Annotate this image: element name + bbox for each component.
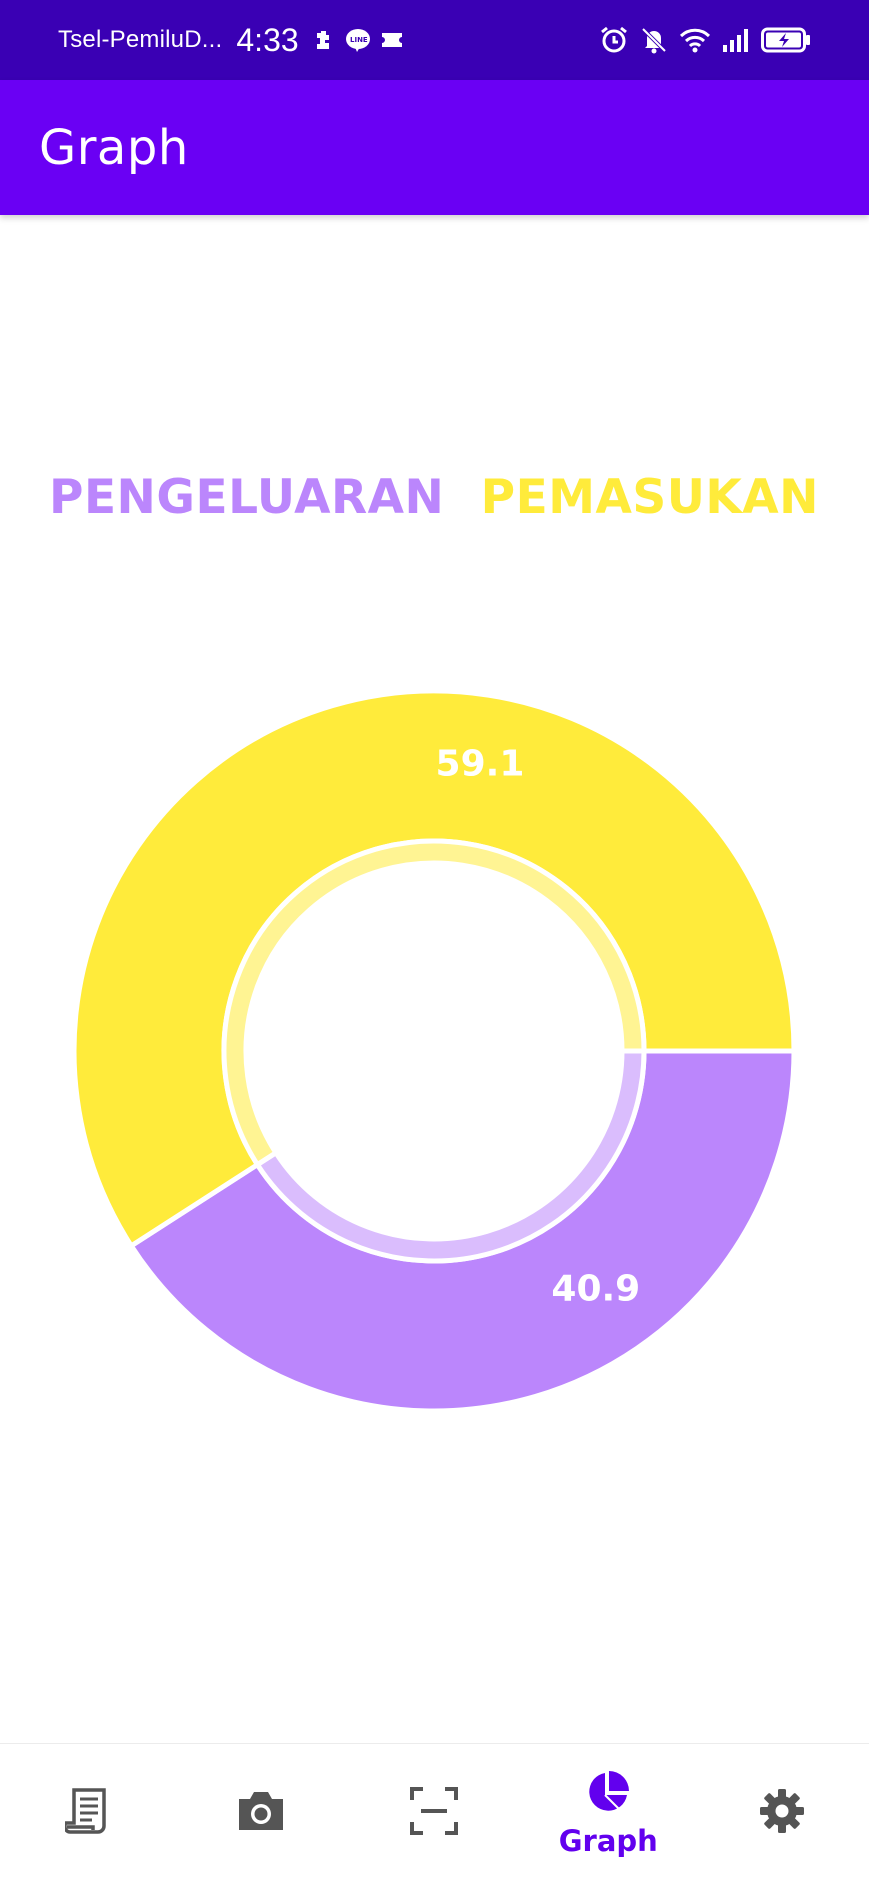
- legend-label-pemasukan: PEMASUKAN: [480, 470, 819, 525]
- donut-inner-ring-pemasukan: [221, 838, 647, 1169]
- wifi-icon: [679, 26, 711, 54]
- puzzle-icon: [313, 29, 335, 51]
- battery-charging-icon: [761, 27, 811, 53]
- donut-inner-ring-pengeluaran: [253, 1048, 647, 1264]
- status-bar: Tsel-PemiluD... 4:33 LINE: [0, 0, 869, 80]
- nav-item-receipts[interactable]: [0, 1744, 174, 1883]
- slice-label-pengeluaran: 40.9: [551, 1268, 640, 1309]
- legend-label-pengeluaran: PENGELUARAN: [49, 470, 445, 525]
- slice-label-pemasukan: 59.1: [436, 744, 525, 785]
- pie-chart-icon: [585, 1769, 631, 1820]
- signal-icon: [721, 27, 751, 53]
- camera-icon: [235, 1789, 287, 1838]
- app-bar: Graph: [0, 80, 869, 215]
- receipt-icon: [63, 1787, 109, 1840]
- line-chat-icon: LINE: [345, 28, 371, 52]
- nav-item-scan[interactable]: [348, 1744, 522, 1883]
- ticket-icon: [381, 31, 403, 49]
- page-title: Graph: [39, 119, 189, 176]
- scan-icon: [409, 1786, 459, 1841]
- donut-slice-pengeluaran: [127, 1048, 797, 1414]
- nav-label-graph: Graph: [558, 1824, 658, 1858]
- svg-text:LINE: LINE: [350, 36, 368, 44]
- bottom-nav: Graph: [0, 1743, 869, 1883]
- nav-item-settings[interactable]: [695, 1744, 869, 1883]
- settings-icon: [758, 1787, 806, 1840]
- mute-icon: [639, 25, 669, 55]
- donut-slice-pemasukan: [71, 688, 797, 1250]
- donut-chart: 40.9 59.1: [0, 0, 869, 1883]
- alarm-icon: [599, 25, 629, 55]
- nav-item-graph[interactable]: Graph: [521, 1744, 695, 1883]
- donut-chart-svg: 40.9 59.1: [71, 688, 797, 1414]
- status-time: 4:33: [236, 21, 299, 58]
- carrier-name: Tsel-PemiluD...: [58, 26, 223, 53]
- nav-item-camera[interactable]: [174, 1744, 348, 1883]
